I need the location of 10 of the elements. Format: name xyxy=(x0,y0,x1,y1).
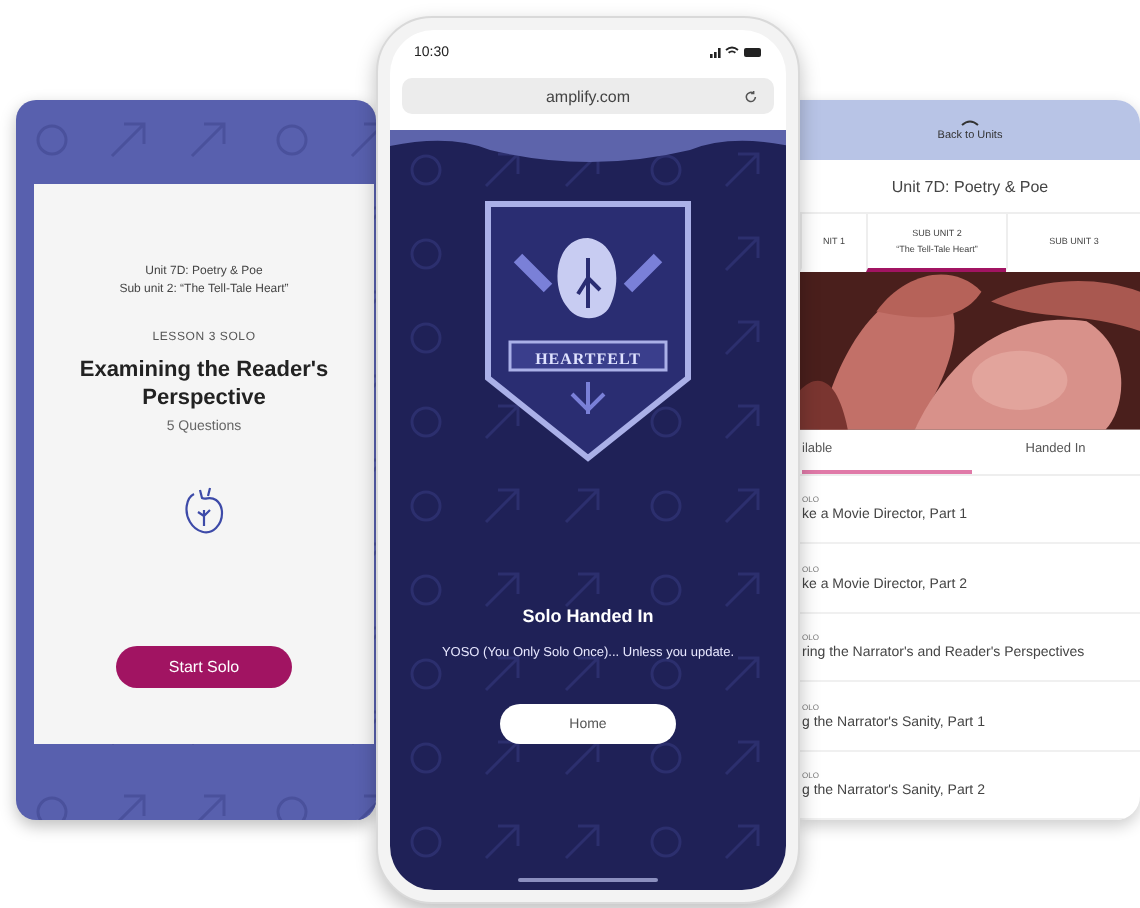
badge-label: HEARTFELT xyxy=(533,350,643,368)
url-field[interactable]: amplify.com xyxy=(402,78,774,114)
heading: Solo Handed In xyxy=(522,606,654,626)
status-icons xyxy=(710,46,762,58)
unit-title: Unit 7D: Poetry & Poe xyxy=(889,175,1051,200)
lesson-title: Examining the Reader's Perspective xyxy=(77,356,331,412)
caret-icon xyxy=(960,117,980,126)
reload-icon[interactable] xyxy=(744,89,758,103)
start-solo-button[interactable]: Start Solo xyxy=(116,646,292,688)
home-indicator xyxy=(518,878,658,882)
